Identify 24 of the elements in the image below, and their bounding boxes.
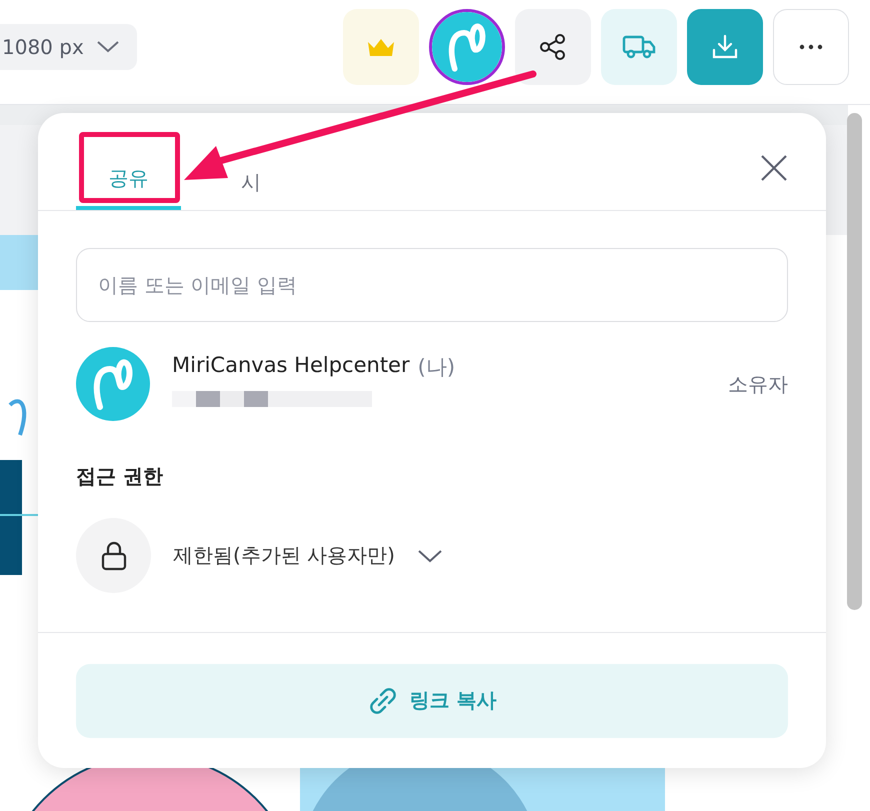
- share-icon: [539, 33, 567, 61]
- name-email-field[interactable]: 이름 또는 이메일 입력: [76, 248, 788, 322]
- access-dropdown[interactable]: 제한됨(추가된 사용자만): [173, 542, 443, 569]
- close-icon: [760, 154, 788, 182]
- dialog-tab[interactable]: 시: [181, 150, 286, 210]
- size-dropdown[interactable]: 1080 px: [0, 24, 137, 70]
- me-tag: (나): [418, 353, 456, 381]
- download-button[interactable]: [687, 9, 763, 85]
- logo-icon: [432, 12, 502, 82]
- share-button[interactable]: [515, 9, 591, 85]
- premium-button[interactable]: [343, 9, 419, 85]
- member-role: 소유자: [728, 370, 788, 398]
- delivery-button[interactable]: [601, 9, 677, 85]
- truck-icon: [622, 34, 656, 60]
- member-name: MiriCanvas Helpcenter: [172, 353, 410, 379]
- close-button[interactable]: [760, 154, 788, 182]
- chevron-down-icon: [416, 548, 443, 562]
- link-icon: [368, 686, 398, 716]
- download-icon: [711, 33, 739, 61]
- copy-link-button[interactable]: 링크 복사: [76, 664, 788, 738]
- dialog-tab[interactable]: 공유: [76, 150, 181, 210]
- chevron-down-icon: [96, 40, 120, 54]
- more-icon: [797, 43, 825, 51]
- access-heading: 접근 권한: [76, 463, 164, 490]
